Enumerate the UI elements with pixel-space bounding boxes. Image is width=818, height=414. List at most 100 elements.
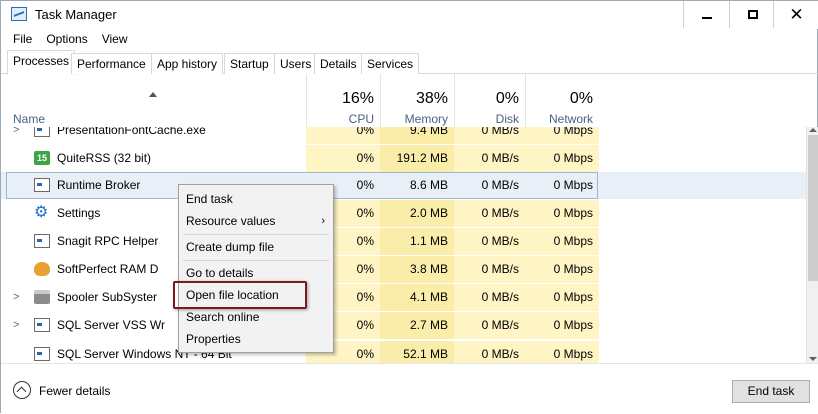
fewer-details-link[interactable]: Fewer details <box>39 384 110 398</box>
process-name: QuiteRSS (32 bit) <box>57 151 152 165</box>
memory-cell: 1.1 MB <box>380 228 454 255</box>
menu-options[interactable]: Options <box>39 29 94 49</box>
window-icon <box>34 318 50 332</box>
table-row[interactable]: > PresentationFontCache.exe 0% 9.4 MB 0 … <box>1 127 806 144</box>
disk-cell: 0 MB/s <box>454 145 525 172</box>
network-cell: 0 Mbps <box>525 228 599 255</box>
ctx-search-online[interactable]: Search online <box>179 306 333 328</box>
tab-startup[interactable]: Startup <box>224 53 275 74</box>
ctx-properties[interactable]: Properties <box>179 328 333 350</box>
expand-chevron-icon[interactable]: > <box>13 284 19 311</box>
tab-services[interactable]: Services <box>361 53 420 74</box>
disk-column-header[interactable]: 0% Disk <box>454 74 525 127</box>
network-total: 0% <box>569 90 593 107</box>
task-manager-icon <box>11 7 27 21</box>
maximize-button[interactable] <box>729 1 775 28</box>
disk-cell: 0 MB/s <box>454 127 525 144</box>
minimize-button[interactable] <box>683 1 729 28</box>
network-cell: 0 Mbps <box>525 341 599 363</box>
table-row[interactable]: Snagit RPC Helper 0% 1.1 MB 0 MB/s 0 Mbp… <box>1 228 806 255</box>
table-row[interactable]: > SQL Server VSS Wr 0% 2.7 MB 0 MB/s 0 M… <box>1 312 806 339</box>
submenu-chevron-icon: › <box>321 215 325 227</box>
tab-users[interactable]: Users <box>274 53 318 74</box>
disk-cell: 0 MB/s <box>454 312 525 339</box>
memory-cell: 2.7 MB <box>380 312 454 339</box>
table-row[interactable]: SoftPerfect RAM D 0% 3.8 MB 0 MB/s 0 Mbp… <box>1 256 806 283</box>
ctx-create-dump-file[interactable]: Create dump file <box>179 236 333 258</box>
expand-chevron-icon[interactable]: > <box>13 127 19 144</box>
close-icon: ✕ <box>789 5 804 24</box>
network-label: Network <box>548 112 593 126</box>
ctx-end-task[interactable]: End task <box>179 188 333 210</box>
memory-cell: 191.2 MB <box>380 145 454 172</box>
close-button[interactable]: ✕ <box>773 1 818 28</box>
tab-app-history[interactable]: App history <box>151 53 224 74</box>
process-name: Spooler SubSyster <box>57 290 158 304</box>
scroll-up-icon[interactable] <box>809 128 817 132</box>
name-column-header[interactable]: Name <box>13 112 45 126</box>
network-cell: 0 Mbps <box>525 312 599 339</box>
gear-icon: ⚙ <box>34 204 49 221</box>
ctx-resource-values-label: Resource values <box>186 214 276 228</box>
cpu-column-header[interactable]: 16% CPU <box>306 74 380 127</box>
network-column-header[interactable]: 0% Network <box>525 74 599 127</box>
footer-bar: Fewer details End task <box>1 363 818 414</box>
quiterss-icon: 15 <box>34 151 50 165</box>
tab-processes[interactable]: Processes <box>7 50 76 75</box>
menu-divider <box>183 234 329 235</box>
table-row[interactable]: 15 QuiteRSS (32 bit) 0% 191.2 MB 0 MB/s … <box>1 145 806 172</box>
window-icon <box>34 234 50 248</box>
maximize-icon <box>747 10 758 19</box>
menu-divider <box>183 260 329 261</box>
cpu-total: 16% <box>341 90 374 107</box>
memory-cell: 3.8 MB <box>380 256 454 283</box>
memory-label: Memory <box>404 112 448 126</box>
ctx-resource-values[interactable]: Resource values › <box>179 210 333 232</box>
title-bar[interactable]: Task Manager ✕ <box>1 1 818 29</box>
memory-cell: 9.4 MB <box>380 127 454 144</box>
menu-file[interactable]: File <box>1 29 39 49</box>
disk-cell: 0 MB/s <box>454 284 525 311</box>
scroll-down-icon[interactable] <box>809 357 817 361</box>
network-cell: 0 Mbps <box>525 256 599 283</box>
menu-bar: File Options View <box>1 29 135 49</box>
table-row[interactable]: SQL Server Windows NT - 64 Bit 0% 52.1 M… <box>1 341 806 363</box>
scroll-thumb[interactable] <box>808 135 818 281</box>
tab-performance[interactable]: Performance <box>71 53 152 74</box>
cpu-cell: 0% <box>306 145 380 172</box>
context-menu: End task Resource values › Create dump f… <box>178 184 334 353</box>
network-cell: 0 Mbps <box>525 127 599 144</box>
vertical-scrollbar[interactable] <box>806 127 818 363</box>
cpu-label: CPU <box>348 112 374 126</box>
task-manager-window: Task Manager ✕ File Options View Process… <box>0 0 818 414</box>
disk-cell: 0 MB/s <box>454 256 525 283</box>
chevron-up-circle-icon[interactable] <box>13 381 31 399</box>
tab-details[interactable]: Details <box>314 53 363 74</box>
table-row[interactable]: ⚙ Settings 0% 2.0 MB 0 MB/s 0 Mbps <box>1 200 806 227</box>
disk-cell: 0 MB/s <box>454 341 525 363</box>
end-task-button[interactable]: End task <box>732 380 810 403</box>
table-row[interactable]: > Spooler SubSyster 0% 4.1 MB 0 MB/s 0 M… <box>1 284 806 311</box>
window-icon <box>34 347 50 361</box>
process-name: Settings <box>57 206 101 220</box>
process-name: Snagit RPC Helper <box>57 234 159 248</box>
memory-column-header[interactable]: 38% Memory <box>380 74 454 127</box>
process-name: SQL Server VSS Wr <box>57 318 166 332</box>
memory-cell: 4.1 MB <box>380 284 454 311</box>
process-name: PresentationFontCache.exe <box>57 127 206 137</box>
memory-cell: 2.0 MB <box>380 200 454 227</box>
column-header: Name 16% CPU 38% Memory 0% Disk 0% Netwo… <box>1 74 818 127</box>
disk-label: Disk <box>495 112 519 126</box>
network-cell: 0 Mbps <box>525 145 599 172</box>
disk-total: 0% <box>495 90 519 107</box>
tab-bar: Processes Performance App history Startu… <box>1 49 818 75</box>
disk-cell: 0 MB/s <box>454 228 525 255</box>
menu-view[interactable]: View <box>95 29 135 49</box>
window-title: Task Manager <box>35 7 117 22</box>
expand-chevron-icon[interactable]: > <box>13 312 19 339</box>
sort-up-icon <box>149 92 157 97</box>
cpu-cell: 0% <box>306 127 380 144</box>
process-name: SoftPerfect RAM D <box>57 262 159 276</box>
network-cell: 0 Mbps <box>525 284 599 311</box>
process-list: > PresentationFontCache.exe 0% 9.4 MB 0 … <box>1 127 806 363</box>
